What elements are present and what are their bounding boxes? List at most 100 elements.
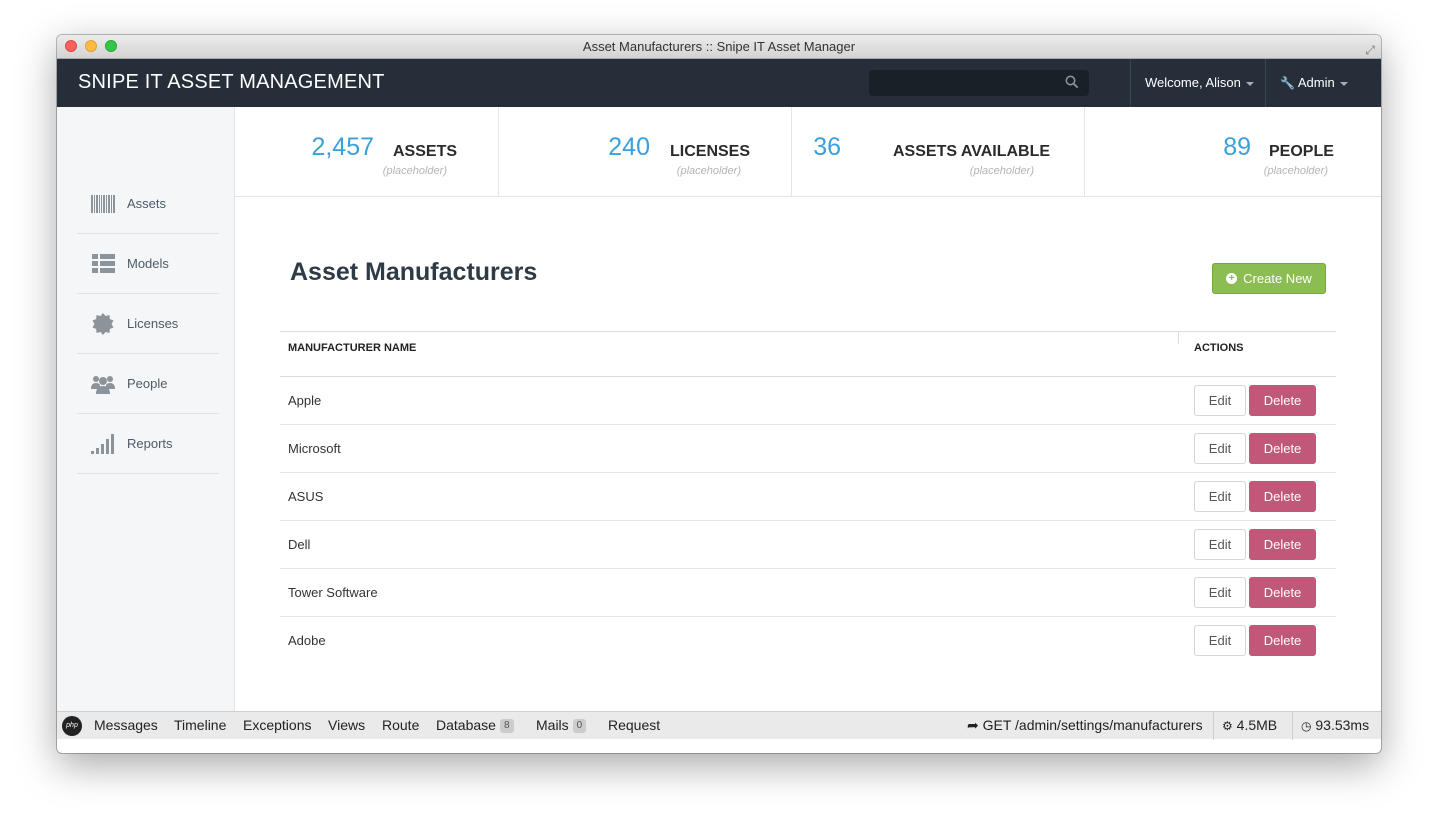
table-row: Dell Edit Delete xyxy=(280,521,1336,569)
manufacturer-name: Apple xyxy=(288,393,322,408)
admin-menu[interactable]: 🔧 Admin xyxy=(1265,59,1362,107)
time-text: 93.53ms xyxy=(1315,717,1370,733)
stat-subtext: (placeholder) xyxy=(1263,165,1328,177)
count-badge: 8 xyxy=(499,719,514,734)
search-icon[interactable] xyxy=(1065,75,1079,89)
list-icon xyxy=(91,253,115,275)
maximize-window-button[interactable] xyxy=(105,40,117,52)
stat-label: ASSETS AVAILABLE xyxy=(893,143,1051,160)
edit-button[interactable]: Edit xyxy=(1194,481,1246,512)
stat-assets-available[interactable]: 36 ASSETS AVAILABLE (placeholder) xyxy=(792,107,1085,197)
sidebar: Assets Models Licenses People Reports xyxy=(57,107,235,711)
stat-subtext: (placeholder) xyxy=(676,165,741,177)
search-input[interactable] xyxy=(869,70,1089,96)
stat-value: 89 xyxy=(1223,133,1251,161)
stat-subtext: (placeholder) xyxy=(969,165,1034,177)
debug-tab-request[interactable]: Request xyxy=(608,717,660,733)
stat-value: 36 xyxy=(813,133,841,161)
debug-tab-exceptions[interactable]: Exceptions xyxy=(243,717,311,733)
manufacturer-name: Microsoft xyxy=(288,441,341,456)
sidebar-item-models[interactable]: Models xyxy=(77,234,219,294)
edit-button[interactable]: Edit xyxy=(1194,433,1246,464)
top-navbar: SNIPE IT ASSET MANAGEMENT Welcome, Aliso… xyxy=(57,59,1381,107)
sidebar-item-label: Models xyxy=(127,256,169,271)
signal-icon xyxy=(91,433,115,455)
chevron-down-icon xyxy=(1339,81,1348,86)
chevron-down-icon xyxy=(1245,81,1254,86)
sidebar-item-label: Licenses xyxy=(127,316,179,331)
stat-label: LICENSES xyxy=(670,143,751,160)
window-title: Asset Manufacturers :: Snipe IT Asset Ma… xyxy=(582,39,856,54)
manufacturer-name: Tower Software xyxy=(288,585,378,600)
php-logo-icon[interactable]: php xyxy=(62,716,82,736)
delete-button[interactable]: Delete xyxy=(1249,529,1316,560)
clock-icon: ◷ xyxy=(1301,719,1312,733)
delete-button[interactable]: Delete xyxy=(1249,433,1316,464)
debug-tab-timeline[interactable]: Timeline xyxy=(174,717,226,733)
stat-subtext: (placeholder) xyxy=(382,165,447,177)
sidebar-item-licenses[interactable]: Licenses xyxy=(77,294,219,354)
table-row: Adobe Edit Delete xyxy=(280,617,1336,665)
debug-tab-route[interactable]: Route xyxy=(382,717,419,733)
create-new-button[interactable]: + Create New xyxy=(1212,263,1326,294)
memory-text: 4.5MB xyxy=(1236,717,1278,733)
manufacturer-name: ASUS xyxy=(288,489,324,504)
table-header: MANUFACTURER NAME ACTIONS xyxy=(280,331,1336,377)
wrench-icon: 🔧 xyxy=(1280,76,1295,90)
sidebar-item-reports[interactable]: Reports xyxy=(77,414,219,474)
debug-tab-database[interactable]: Database 8 xyxy=(436,717,514,734)
minimize-window-button[interactable] xyxy=(85,40,97,52)
admin-menu-label: Admin xyxy=(1297,75,1335,90)
certificate-icon xyxy=(91,312,115,335)
column-header-name[interactable]: MANUFACTURER NAME xyxy=(288,342,416,354)
stat-licenses[interactable]: 240 LICENSES (placeholder) xyxy=(499,107,792,197)
manufacturers-table: MANUFACTURER NAME ACTIONS Apple Edit Del… xyxy=(280,331,1336,665)
delete-button[interactable]: Delete xyxy=(1249,481,1316,512)
stat-label: ASSETS xyxy=(393,143,458,160)
delete-button[interactable]: Delete xyxy=(1249,577,1316,608)
debug-tab-label: Mails xyxy=(536,717,569,733)
table-row: ASUS Edit Delete xyxy=(280,473,1336,521)
window-controls xyxy=(65,40,117,52)
count-badge: 0 xyxy=(572,719,587,734)
users-icon xyxy=(91,373,115,395)
barcode-icon xyxy=(91,193,115,215)
stat-label: PEOPLE xyxy=(1269,143,1334,160)
plus-circle-icon: + xyxy=(1226,273,1238,284)
user-menu[interactable]: Welcome, Alison xyxy=(1130,59,1268,107)
stats-bar: 2,457 ASSETS (placeholder) 240 LICENSES … xyxy=(235,107,1381,197)
debug-time[interactable]: ◷ 93.53ms xyxy=(1292,712,1377,740)
edit-button[interactable]: Edit xyxy=(1194,625,1246,656)
close-window-button[interactable] xyxy=(65,40,77,52)
stat-assets[interactable]: 2,457 ASSETS (placeholder) xyxy=(235,107,499,197)
create-new-label: Create New xyxy=(1243,271,1312,286)
title-bar: Asset Manufacturers :: Snipe IT Asset Ma… xyxy=(57,35,1381,59)
sidebar-item-assets[interactable]: Assets xyxy=(77,174,219,234)
debug-memory[interactable]: ⚙ 4.5MB xyxy=(1213,712,1285,740)
edit-button[interactable]: Edit xyxy=(1194,529,1246,560)
debug-tab-messages[interactable]: Messages xyxy=(94,717,158,733)
column-header-actions: ACTIONS xyxy=(1194,342,1244,354)
sidebar-item-label: Assets xyxy=(127,196,167,211)
stat-value: 2,457 xyxy=(311,133,374,161)
user-menu-label: Welcome, Alison xyxy=(1145,75,1241,90)
main-content: Asset Manufacturers + Create New MANUFAC… xyxy=(235,197,1381,711)
edit-button[interactable]: Edit xyxy=(1194,577,1246,608)
share-icon: ➦ xyxy=(967,717,979,733)
app-window: Asset Manufacturers :: Snipe IT Asset Ma… xyxy=(57,35,1381,753)
debug-route-info[interactable]: ➦ GET /admin/settings/manufacturers xyxy=(959,712,1211,740)
sidebar-item-people[interactable]: People xyxy=(77,354,219,414)
stat-people[interactable]: 89 PEOPLE (placeholder) xyxy=(1085,107,1381,197)
delete-button[interactable]: Delete xyxy=(1249,625,1316,656)
route-info-text: GET /admin/settings/manufacturers xyxy=(982,717,1203,733)
debug-tab-mails[interactable]: Mails 0 xyxy=(536,717,587,734)
brand-title[interactable]: SNIPE IT ASSET MANAGEMENT xyxy=(78,71,385,94)
debug-tab-views[interactable]: Views xyxy=(328,717,365,733)
manufacturer-name: Dell xyxy=(288,537,311,552)
page-title: Asset Manufacturers xyxy=(290,258,538,286)
table-row: Apple Edit Delete xyxy=(280,377,1336,425)
edit-button[interactable]: Edit xyxy=(1194,385,1246,416)
delete-button[interactable]: Delete xyxy=(1249,385,1316,416)
table-row: Tower Software Edit Delete xyxy=(280,569,1336,617)
table-row: Microsoft Edit Delete xyxy=(280,425,1336,473)
